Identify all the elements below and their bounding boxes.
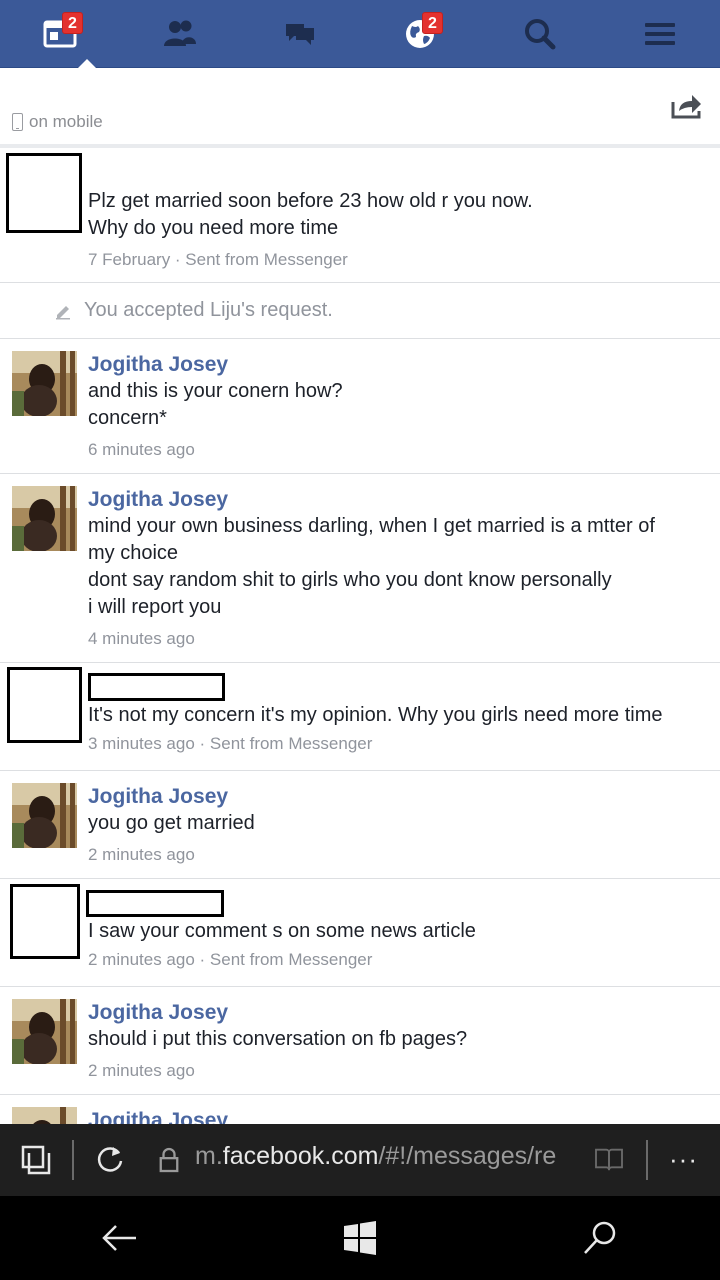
- avatar-photo-image: [12, 999, 77, 1064]
- message-timestamp: 2 minutes ago: [88, 845, 195, 864]
- reading-view-icon[interactable]: [594, 1146, 624, 1172]
- search-icon: [525, 18, 556, 49]
- browser-address-bar: m.facebook.com/#!/messages/re ···: [0, 1124, 720, 1196]
- message-text: concern*: [88, 407, 167, 429]
- mobile-status-text: on mobile: [29, 112, 103, 131]
- back-arrow-icon[interactable]: [100, 1218, 140, 1258]
- hamburger-menu-icon: [645, 22, 675, 45]
- avatar[interactable]: [12, 999, 77, 1064]
- address-field[interactable]: m.facebook.com/#!/messages/re: [195, 1142, 556, 1171]
- nav-messages[interactable]: [240, 0, 360, 67]
- message-item: Plz get married soon before 23 how old r…: [0, 148, 720, 283]
- avatar[interactable]: [12, 486, 77, 551]
- message-text: I saw your comment s on some news articl…: [88, 920, 476, 942]
- mobile-phone-icon: [12, 113, 23, 131]
- mobile-status: on mobile: [12, 112, 103, 132]
- message-body: Plz get married soon before 23 how old r…: [88, 188, 706, 271]
- url-prefix: m.: [195, 1142, 223, 1170]
- message-text: Plz get married soon before 23 how old r…: [88, 190, 533, 212]
- nav-menu[interactable]: [600, 0, 720, 67]
- url-path: /#!/messages/re: [378, 1142, 557, 1170]
- redacted-name: [86, 890, 224, 917]
- refresh-icon[interactable]: [94, 1144, 126, 1176]
- tabs-icon[interactable]: [20, 1144, 52, 1176]
- nav-search[interactable]: [480, 0, 600, 67]
- notifications-badge: 2: [422, 12, 443, 34]
- system-message: You accepted Liju's request.: [0, 283, 720, 339]
- message-text: mind your own business darling, when I g…: [88, 515, 655, 537]
- message-text: dont say random shit to girls who you do…: [88, 569, 612, 591]
- news-feed-badge: 2: [62, 12, 83, 34]
- message-body: Jogitha Josey and this is your conern ho…: [88, 351, 706, 461]
- more-options-button[interactable]: ···: [669, 1144, 698, 1175]
- avatar-photo-image: [12, 783, 77, 848]
- friends-icon: [164, 20, 196, 46]
- message-body: Jogitha Josey you go get married 2 minut…: [88, 783, 706, 866]
- app-root: 2 2 on mobile Plz get married soon befor…: [0, 0, 720, 1280]
- message-body: It's not my concern it's my opinion. Why…: [88, 702, 706, 755]
- message-text: i will report you: [88, 596, 222, 618]
- message-body: Jogitha Josey mind your own business dar…: [88, 486, 706, 650]
- redacted-name: [88, 673, 225, 701]
- message-item: I saw your comment s on some news articl…: [0, 879, 720, 987]
- share-icon[interactable]: [670, 90, 704, 120]
- message-text: It's not my concern it's my opinion. Why…: [88, 704, 663, 726]
- sender-name[interactable]: Jogitha Josey: [88, 999, 706, 1026]
- message-timestamp: 3 minutes ago · Sent from Messenger: [88, 734, 373, 753]
- message-timestamp: 6 minutes ago: [88, 440, 195, 459]
- message-body: I saw your comment s on some news articl…: [88, 918, 706, 971]
- nav-friend-requests[interactable]: [120, 0, 240, 67]
- redacted-avatar: [6, 153, 82, 233]
- message-item: It's not my concern it's my opinion. Why…: [0, 663, 720, 771]
- message-list: Plz get married soon before 23 how old r…: [0, 148, 720, 1172]
- message-text: my choice: [88, 542, 179, 564]
- message-item: Jogitha Josey should i put this conversa…: [0, 987, 720, 1095]
- redacted-avatar: [7, 667, 82, 743]
- message-timestamp: 2 minutes ago · Sent from Messenger: [88, 950, 373, 969]
- nav-news-feed[interactable]: 2: [0, 0, 120, 68]
- message-text: and this is your conern how?: [88, 380, 343, 402]
- redacted-avatar: [10, 884, 80, 959]
- messages-icon: [286, 23, 314, 45]
- message-timestamp: 7 February · Sent from Messenger: [88, 250, 348, 269]
- message-text: you go get married: [88, 812, 255, 834]
- toolbar-divider: [646, 1140, 648, 1180]
- message-timestamp: 2 minutes ago: [88, 1061, 195, 1080]
- avatar-photo-image: [12, 351, 77, 416]
- avatar-photo-image: [12, 486, 77, 551]
- sender-name[interactable]: Jogitha Josey: [88, 486, 706, 513]
- sender-name[interactable]: Jogitha Josey: [88, 783, 706, 810]
- avatar[interactable]: [12, 351, 77, 416]
- system-message-text: You accepted Liju's request.: [84, 299, 333, 321]
- message-item: Jogitha Josey mind your own business dar…: [0, 474, 720, 663]
- pencil-icon: [56, 305, 70, 319]
- top-nav-bar: 2 2: [0, 0, 720, 68]
- nav-notifications[interactable]: 2: [360, 0, 480, 67]
- message-item: Jogitha Josey and this is your conern ho…: [0, 339, 720, 474]
- message-text: should i put this conversation on fb pag…: [88, 1028, 468, 1050]
- toolbar-divider: [72, 1140, 74, 1180]
- message-item: Jogitha Josey you go get married 2 minut…: [0, 771, 720, 879]
- url-domain: facebook.com: [222, 1142, 379, 1170]
- message-body: Jogitha Josey should i put this conversa…: [88, 999, 706, 1082]
- avatar[interactable]: [12, 783, 77, 848]
- lock-icon: [159, 1147, 179, 1173]
- message-timestamp: 4 minutes ago: [88, 629, 195, 648]
- windows-start-icon[interactable]: [340, 1218, 380, 1258]
- system-nav-bar: [0, 1196, 720, 1280]
- sender-name[interactable]: Jogitha Josey: [88, 351, 706, 378]
- search-icon[interactable]: [580, 1218, 620, 1258]
- conversation-header: on mobile: [0, 68, 720, 148]
- message-text: Why do you need more time: [88, 217, 339, 239]
